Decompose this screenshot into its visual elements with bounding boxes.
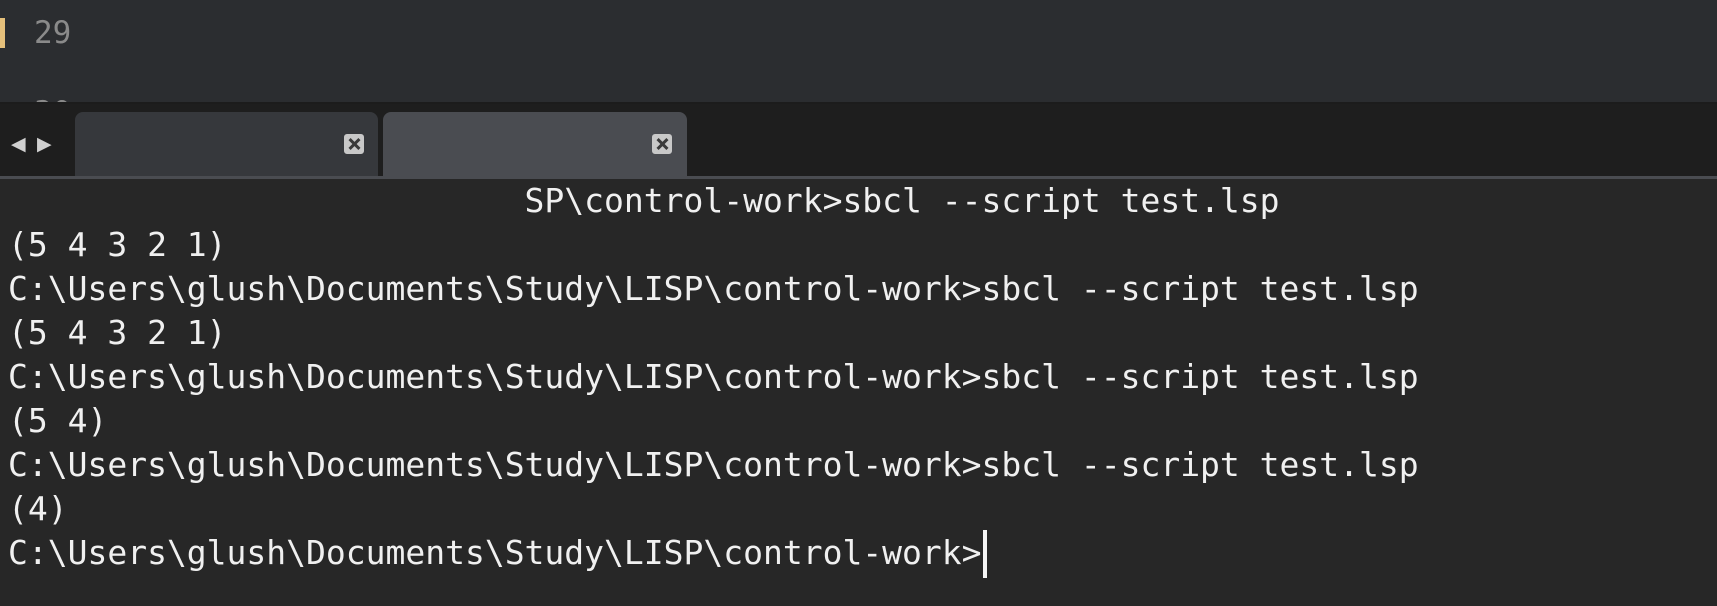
close-icon[interactable] — [652, 134, 672, 154]
terminal-output[interactable]: SP\control-work>sbcl --script test.lsp (… — [0, 179, 1717, 606]
terminal-prompt[interactable]: C:\Users\glush\Documents\Study\LISP\cont… — [8, 533, 982, 573]
terminal-tab-strip: ◀ ▶ — [0, 104, 1717, 178]
terminal-line: SP\control-work>sbcl --script test.lsp — [8, 181, 1280, 220]
terminal-line: C:\Users\glush\Documents\Study\LISP\cont… — [8, 269, 1419, 308]
code-line-30[interactable]: 30 (write (fl '(4 5 12 46) '(6 7 8 9 46 … — [0, 13, 1717, 103]
terminal-line: C:\Users\glush\Documents\Study\LISP\cont… — [8, 445, 1419, 484]
text-cursor — [983, 530, 987, 578]
terminal-line: (5 4) — [8, 401, 108, 440]
modified-line-marker — [0, 18, 5, 48]
code-line-29: 29 — [0, 0, 1717, 51]
terminal-line: C:\Users\glush\Documents\Study\LISP\cont… — [8, 357, 1419, 396]
tab-scroll-left-icon[interactable]: ◀ — [11, 134, 26, 154]
terminal-line: (5 4 3 2 1) — [8, 225, 227, 264]
code-line-31[interactable]: 31 — [0, 57, 1717, 103]
terminal-line: (4) — [8, 489, 68, 528]
code-editor[interactable]: 29 30 (write (fl '(4 5 12 46) '(6 7 8 9 … — [0, 0, 1717, 103]
terminal-tab-1[interactable] — [75, 112, 378, 178]
terminal-tab-2[interactable] — [383, 112, 687, 178]
tab-scroll-right-icon[interactable]: ▶ — [37, 134, 52, 154]
close-icon[interactable] — [344, 134, 364, 154]
terminal-line: (5 4 3 2 1) — [8, 313, 227, 352]
